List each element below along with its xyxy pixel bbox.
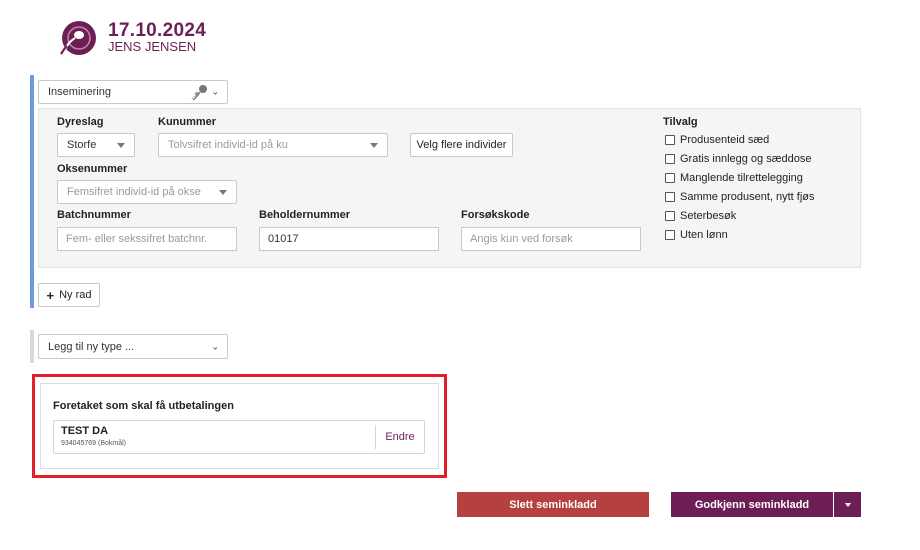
- kunummer-placeholder: Tolvsifret individ-id på ku: [168, 139, 288, 151]
- select-multiple-individuals-button[interactable]: Velg flere individer: [410, 133, 513, 157]
- option-label: Uten lønn: [680, 229, 728, 241]
- add-type-value: Legg til ny type ...: [48, 340, 135, 353]
- oksenummer-placeholder: Femsifret individ-id på okse: [67, 186, 201, 198]
- company-name: TEST DA: [61, 425, 109, 437]
- option-seterbesok[interactable]: Seterbesøk: [665, 210, 736, 222]
- checkbox[interactable]: [665, 173, 675, 183]
- checkbox[interactable]: [665, 230, 675, 240]
- forsokskode-placeholder: Angis kun ved forsøk: [470, 233, 573, 245]
- new-row-label: Ny rad: [59, 289, 92, 301]
- oksenummer-input[interactable]: Femsifret individ-id på okse: [57, 180, 237, 204]
- new-row-button[interactable]: + Ny rad: [38, 283, 100, 307]
- option-label: Manglende tilrettelegging: [680, 172, 803, 184]
- tilvalg-heading: Tilvalg: [663, 116, 698, 128]
- approve-options-dropdown[interactable]: [834, 492, 861, 517]
- sperm-icon: [190, 85, 207, 101]
- page-subtitle-name: JENS JENSEN: [108, 39, 197, 54]
- option-samme-produsent[interactable]: Samme produsent, nytt fjøs: [665, 191, 815, 203]
- dyreslag-label: Dyreslag: [57, 116, 104, 128]
- delete-draft-button[interactable]: Slett seminkladd: [457, 492, 649, 517]
- edit-company-button[interactable]: Endre: [376, 420, 424, 454]
- batchnummer-label: Batchnummer: [57, 209, 131, 221]
- dyreslag-value: Storfe: [67, 139, 97, 151]
- option-produsenteid-saed[interactable]: Produsenteid sæd: [665, 134, 769, 146]
- checkbox[interactable]: [665, 192, 675, 202]
- forsokskode-label: Forsøkskode: [461, 209, 530, 221]
- registration-type-value: Inseminering: [48, 86, 111, 98]
- option-label: Seterbesøk: [680, 210, 737, 222]
- beholdernummer-input[interactable]: 01017: [259, 227, 439, 251]
- option-uten-lonn[interactable]: Uten lønn: [665, 229, 728, 241]
- option-label: Produsenteid sæd: [680, 134, 770, 146]
- caret-down-icon: [844, 502, 851, 507]
- section-accent-bar: [30, 75, 34, 308]
- batchnummer-placeholder: Fem- eller sekssifret batchnr.: [66, 233, 208, 245]
- caret-down-icon: [117, 143, 125, 148]
- kunummer-label: Kunummer: [158, 116, 217, 128]
- oksenummer-label: Oksenummer: [57, 163, 128, 175]
- batchnummer-input[interactable]: Fem- eller sekssifret batchnr.: [57, 227, 237, 251]
- option-manglende-tilrettelegging[interactable]: Manglende tilrettelegging: [665, 172, 803, 184]
- caret-down-icon: [370, 143, 378, 148]
- company-org-number: 934045769 (Bokmål): [61, 440, 126, 447]
- plus-icon: +: [46, 287, 55, 303]
- section-accent-bar-grey: [30, 330, 34, 363]
- kunummer-input[interactable]: Tolvsifret individ-id på ku: [158, 133, 388, 157]
- checkbox[interactable]: [665, 211, 675, 221]
- option-label: Gratis innlegg og sæddose: [680, 153, 812, 165]
- logo-icon: [60, 21, 96, 55]
- option-gratis-innlegg[interactable]: Gratis innlegg og sæddose: [665, 153, 811, 165]
- caret-down-icon: [219, 190, 227, 195]
- registration-type-select[interactable]: Inseminering ⌄: [38, 80, 228, 104]
- chevron-down-icon: ⌄: [211, 86, 219, 97]
- checkbox[interactable]: [665, 135, 675, 145]
- checkbox[interactable]: [665, 154, 675, 164]
- beholdernummer-label: Beholdernummer: [259, 209, 351, 221]
- chevron-down-icon: ⌄: [211, 341, 219, 351]
- add-type-select[interactable]: Legg til ny type ... ⌄: [38, 334, 228, 359]
- approve-draft-button[interactable]: Godkjenn seminkladd: [671, 492, 833, 517]
- forsokskode-input[interactable]: Angis kun ved forsøk: [461, 227, 641, 251]
- dyreslag-select[interactable]: Storfe: [57, 133, 135, 157]
- payment-company-heading: Foretaket som skal få utbetalingen: [53, 400, 234, 412]
- company-box: [53, 420, 425, 454]
- option-label: Samme produsent, nytt fjøs: [680, 191, 815, 203]
- beholdernummer-value: 01017: [268, 233, 299, 245]
